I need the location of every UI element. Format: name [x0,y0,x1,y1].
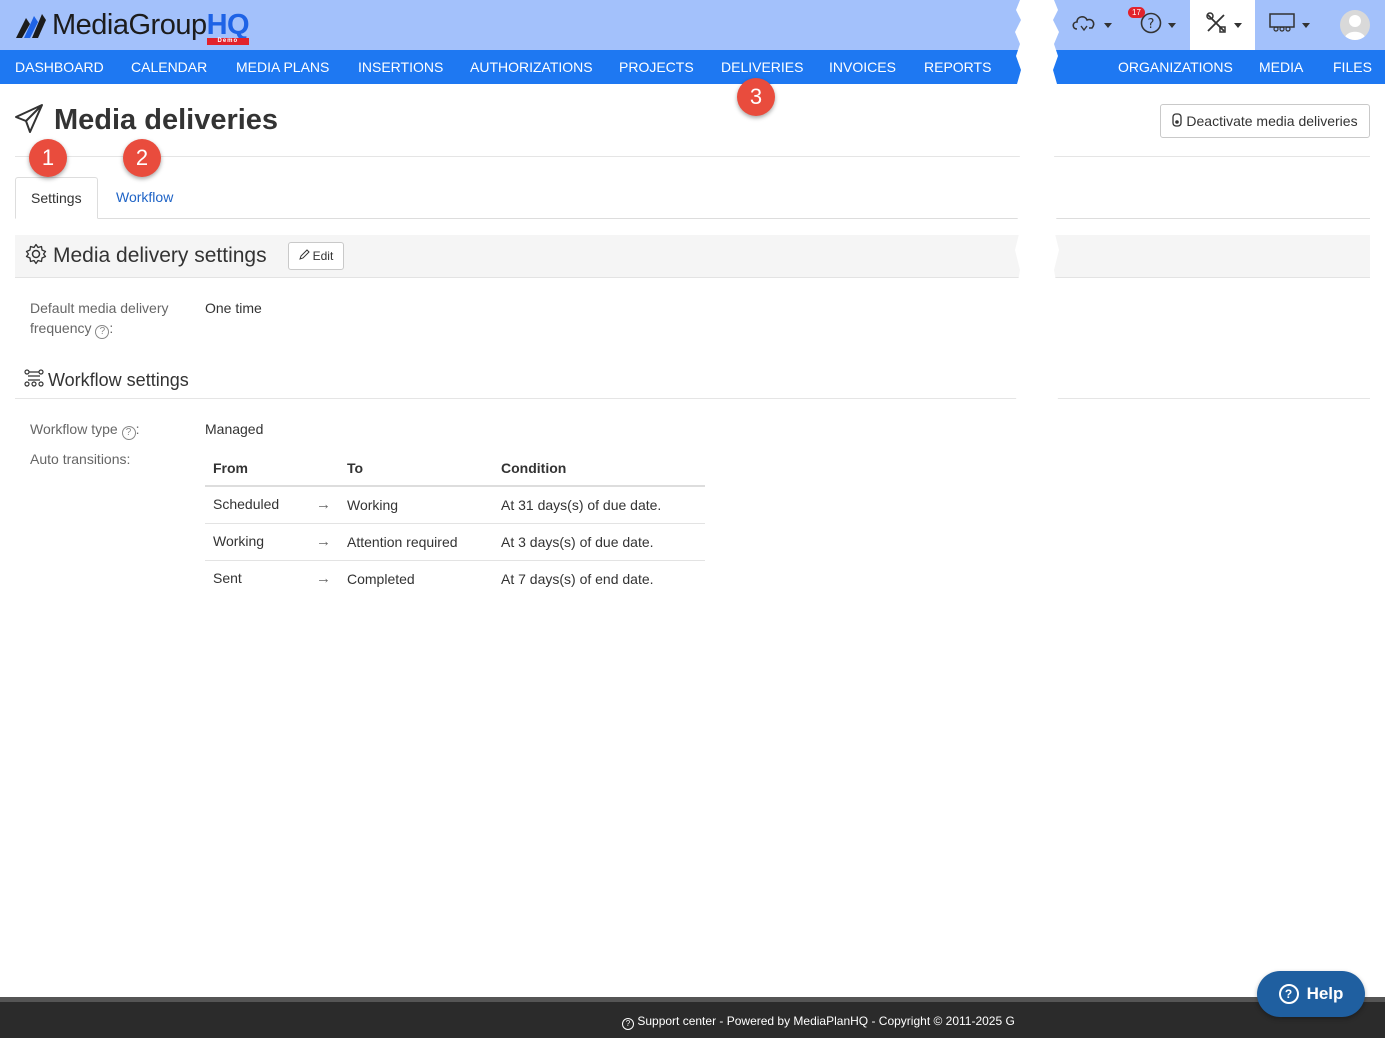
arrow-right-icon: → [316,496,331,514]
divider [15,156,1370,157]
from-cell: Scheduled → [205,486,339,524]
gear-icon [25,243,47,270]
annotation-marker-1: 1 [29,139,67,177]
top-header: MediaGroupHQ Demo ? 17 [0,0,1385,50]
presentation-icon [1268,12,1296,39]
tab-workflow[interactable]: Workflow [101,177,188,219]
condition-cell: At 7 days(s) of end date. [501,570,654,587]
frequency-label: Default media delivery frequency ?: [30,300,169,339]
help-button-label: Help [1306,984,1344,1003]
condition-cell: At 31 days(s) of due date. [493,486,705,524]
page-header: Media deliveries [14,100,278,140]
table-row: Scheduled → Working At 31 days(s) of due … [205,486,705,524]
question-icon[interactable]: ? [95,325,110,339]
tab-bar: Settings Workflow [15,177,1370,219]
to-cell: Attention required [339,523,493,561]
chevron-down-icon [1234,22,1242,28]
user-icon [1344,15,1366,40]
chevron-down-icon [1168,22,1176,28]
divider [15,398,1370,399]
to-cell: Completed [347,570,415,587]
question-icon: ? 17 [1128,6,1162,39]
logo-demo-tag: Demo [206,38,250,45]
logo-text: MediaGroupHQ Demo [52,9,250,45]
svg-text:?: ? [1148,17,1155,32]
to-cell: Working [339,486,493,524]
question-icon: ? [1278,984,1299,1004]
nav-files[interactable]: FILES [1333,50,1372,84]
pencil-icon [298,249,310,263]
chevron-down-icon [1104,22,1112,28]
tab-settings[interactable]: Settings [15,177,98,219]
avatar[interactable] [1340,10,1370,40]
nav-dashboard[interactable]: DASHBOARD [15,50,104,84]
table-header-row: From To Condition [205,450,705,487]
delivery-settings-header: Media delivery settings Edit [15,235,1370,278]
table-row: Working → Attention required At 3 days(s)… [205,523,705,561]
delivery-settings-title: Media delivery settings [53,244,267,267]
edit-label: Edit [312,249,334,263]
nav-reports[interactable]: REPORTS [924,50,991,84]
annotation-marker-3: 3 [737,78,775,116]
frequency-value: One time [205,300,262,316]
question-icon: ? [622,1018,634,1030]
transitions-table: From To Condition Scheduled → Working At … [205,450,705,597]
nav-projects[interactable]: PROJECTS [619,50,694,84]
edit-button[interactable]: Edit [287,242,345,270]
column-condition: Condition [493,450,705,487]
workflow-settings-title: Workflow settings [48,370,189,390]
workflow-icon [24,368,44,393]
column-to: To [339,450,493,487]
workflow-type-value: Managed [205,421,264,437]
logo-mark-icon [14,8,52,42]
arrow-right-icon: → [316,533,331,550]
nav-insertions[interactable]: INSERTIONS [358,50,443,84]
cloud-menu-button[interactable] [1070,10,1112,40]
footer-text[interactable]: ? Support center - Powered by MediaPlanH… [622,1014,1015,1030]
tools-menu-button[interactable] [1204,10,1242,40]
tools-icon [1204,11,1228,40]
toggle-icon [1172,112,1183,130]
nav-authorizations[interactable]: AUTHORIZATIONS [470,50,593,84]
workflow-settings-header: Workflow settings [24,368,189,393]
nav-media[interactable]: MEDIA [1259,50,1303,84]
nav-invoices[interactable]: INVOICES [829,50,896,84]
app-logo[interactable]: MediaGroupHQ Demo [14,8,250,45]
presentation-menu-button[interactable] [1268,10,1310,40]
workflow-type-label: Workflow type ?: [30,421,140,440]
auto-transitions-label: Auto transitions: [30,451,131,467]
notification-badge: 17 [1128,6,1145,18]
question-icon[interactable]: ? [121,426,136,440]
from-cell: Sent → [213,570,331,588]
torn-edge [1015,0,1059,1038]
page-title: Media deliveries [54,104,279,136]
help-menu-button[interactable]: ? 17 [1128,6,1176,40]
help-button[interactable]: ? Help [1257,971,1365,1017]
annotation-marker-2: 2 [123,139,161,177]
nav-calendar[interactable]: CALENDAR [131,50,207,84]
chevron-down-icon [1302,22,1310,28]
nav-media-plans[interactable]: MEDIA PLANS [236,50,329,84]
main-nav: DASHBOARD CALENDAR MEDIA PLANS INSERTION… [0,50,1385,84]
paper-plane-icon [14,102,44,139]
tools-menu-box[interactable] [1190,0,1255,50]
table-row: Sent → Completed At 7 days(s) of end date… [205,560,705,597]
logo-hq: HQ [206,9,250,41]
column-from: From [205,450,339,487]
arrow-right-icon: → [316,570,331,588]
condition-cell: At 3 days(s) of due date. [493,523,705,561]
cloud-icon [1070,12,1098,39]
deactivate-label: Deactivate media deliveries [1186,113,1358,129]
deactivate-deliveries-button[interactable]: Deactivate media deliveries [1160,104,1370,138]
nav-organizations[interactable]: ORGANIZATIONS [1118,50,1233,84]
from-cell: Working → [205,523,339,561]
